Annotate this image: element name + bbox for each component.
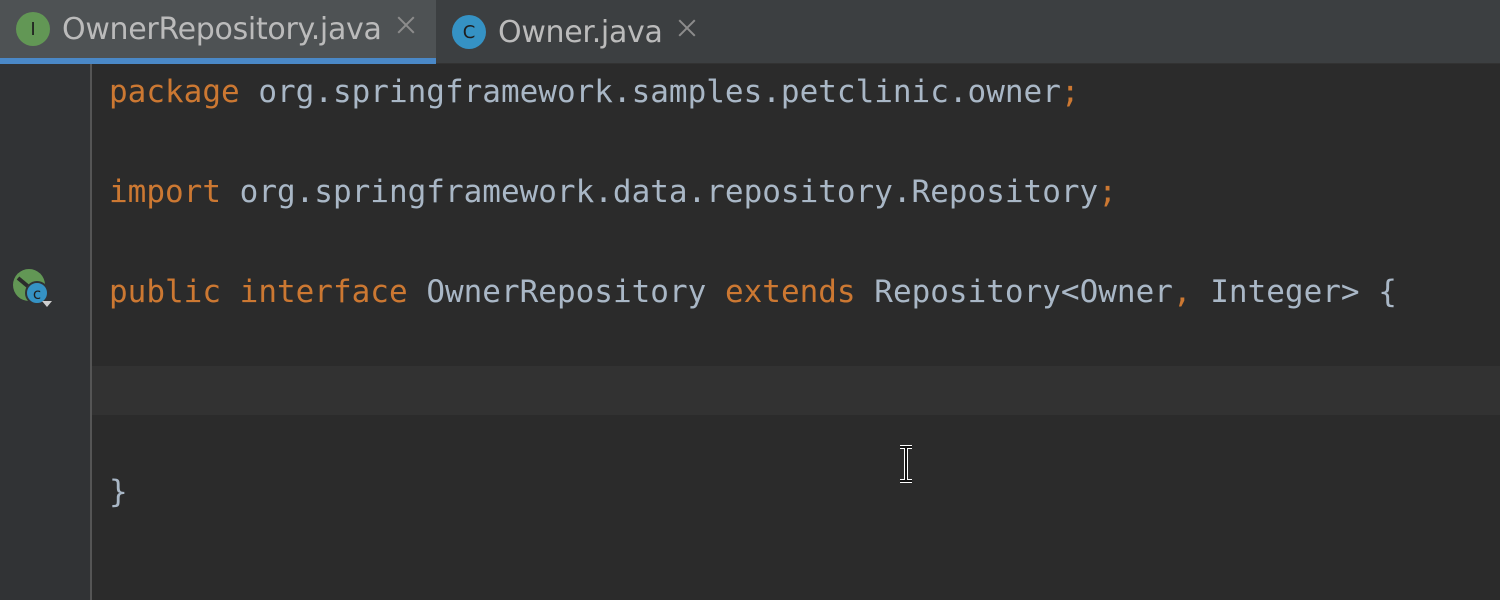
interface-name: OwnerRepository bbox=[426, 274, 707, 310]
close-brace: } bbox=[109, 474, 128, 510]
import-path: org.springframework.data.repository.Repo… bbox=[239, 174, 1099, 210]
text-cursor-icon bbox=[900, 445, 912, 483]
keyword: public bbox=[109, 274, 221, 310]
keyword: import bbox=[109, 174, 221, 210]
current-line-highlight bbox=[92, 366, 1500, 415]
tab-label: Owner.java bbox=[498, 14, 663, 50]
comma: , bbox=[1172, 274, 1192, 310]
code-line-import: import org.springframework.data.reposito… bbox=[109, 172, 1117, 212]
keyword: interface bbox=[239, 274, 408, 310]
class-file-icon: C bbox=[452, 15, 486, 49]
editor-gutter: c bbox=[0, 64, 92, 600]
type-name: Integer> bbox=[1210, 274, 1360, 310]
semicolon: ; bbox=[1098, 174, 1117, 210]
package-name: org.springframework.samples.petclinic.ow… bbox=[258, 74, 1061, 110]
semicolon: ; bbox=[1060, 74, 1080, 110]
ide-window: I OwnerRepository.java C Owner.java c pa… bbox=[0, 0, 1500, 600]
tab-owner-java[interactable]: C Owner.java bbox=[436, 0, 726, 64]
close-icon[interactable] bbox=[396, 15, 416, 35]
type-name: Repository<Owner bbox=[874, 274, 1173, 310]
code-line-close: } bbox=[109, 472, 128, 512]
code-line-interface: public interface OwnerRepository extends… bbox=[109, 272, 1397, 312]
open-brace: { bbox=[1378, 274, 1397, 310]
close-icon[interactable] bbox=[677, 18, 697, 38]
editor-tab-bar: I OwnerRepository.java C Owner.java bbox=[0, 0, 1500, 64]
keyword: extends bbox=[724, 274, 856, 310]
code-line-package: package org.springframework.samples.petc… bbox=[109, 72, 1080, 112]
interface-file-icon: I bbox=[16, 12, 50, 46]
tab-label: OwnerRepository.java bbox=[62, 11, 382, 47]
implemented-by-class-icon[interactable]: c bbox=[12, 268, 54, 310]
code-editor[interactable]: package org.springframework.samples.petc… bbox=[92, 64, 1500, 600]
keyword: package bbox=[109, 74, 240, 110]
svg-text:c: c bbox=[33, 285, 41, 303]
tab-ownerrepository-java[interactable]: I OwnerRepository.java bbox=[0, 0, 436, 64]
